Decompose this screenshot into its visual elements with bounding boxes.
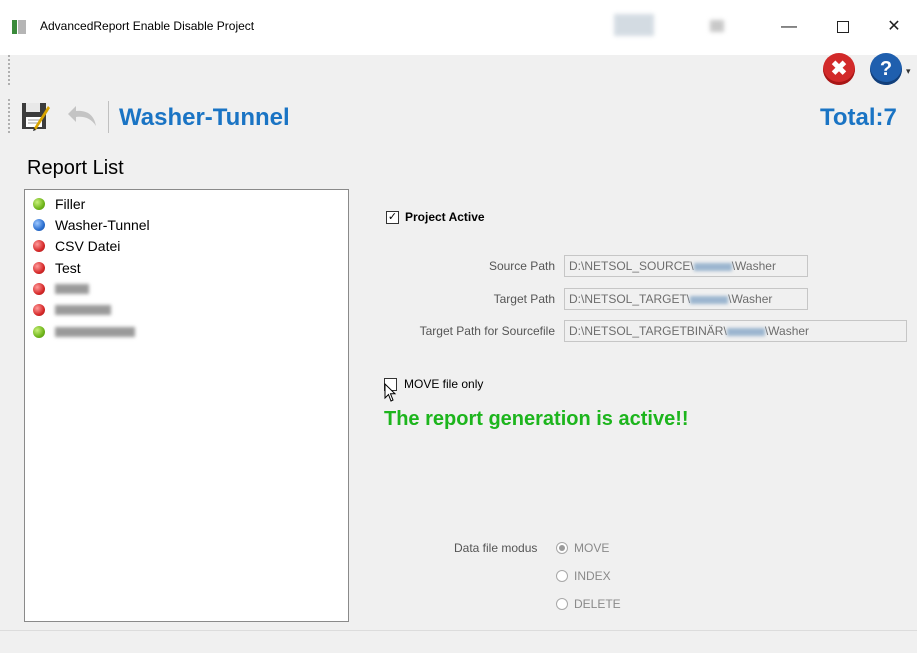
redacted-text [55,284,89,294]
mouse-cursor-icon [384,382,398,408]
target-path-label: Target Path [493,292,555,306]
maximize-icon [837,20,849,33]
target-sourcefile-label: Target Path for Sourcefile [419,324,555,338]
project-active-checkbox[interactable]: ✓ [386,211,399,224]
status-red-icon [33,304,45,316]
data-file-modus-label: Data file modus [454,541,538,555]
close-icon: ✕ [887,18,901,35]
target-sourcefile-field[interactable]: D:\NETSOL_TARGETBINÄR\ \Washer [564,320,907,342]
report-list[interactable]: Filler Washer-Tunnel CSV Datei Test [24,189,349,622]
modus-move-label: MOVE [574,541,610,555]
status-red-icon [33,262,45,274]
close-circle-icon[interactable]: ✖ [823,53,855,85]
modus-delete-radio[interactable] [556,598,568,610]
blurred-icon [710,20,724,32]
source-path-field[interactable]: D:\NETSOL_SOURCE\ \Washer [564,255,808,277]
report-list-label: Report List [27,157,124,179]
status-blue-icon [33,219,45,231]
modus-index-radio[interactable] [556,570,568,582]
app-icon [12,20,26,34]
close-window-button[interactable]: ✕ [871,13,917,41]
toolbar-separator [108,101,109,133]
blurred-taskbar-thumbnail [614,14,654,36]
status-red-icon [33,283,45,295]
project-active-label: Project Active [405,210,485,224]
save-icon[interactable] [20,100,50,132]
redacted-text [693,262,732,271]
move-file-only-label: MOVE file only [404,377,484,391]
help-circle-icon[interactable]: ? [870,53,902,85]
minimize-button[interactable]: — [766,13,812,41]
maximize-button[interactable] [820,13,866,41]
source-path-label: Source Path [488,259,555,273]
modus-move-radio[interactable] [556,542,568,554]
target-path-field[interactable]: D:\NETSOL_TARGET\ \Washer [564,288,808,310]
project-title: Washer-Tunnel [119,104,290,131]
status-bar-divider [0,630,917,631]
total-count: Total:7 [820,104,897,131]
header-grip [8,99,12,133]
status-green-icon [33,326,45,338]
toolbar-overflow-icon[interactable]: ▾ [906,66,911,77]
minimize-icon: — [781,18,797,35]
status-green-icon [33,198,45,210]
redacted-text [726,327,765,336]
modus-index-label: INDEX [574,569,611,583]
redacted-text [55,327,135,337]
undo-icon[interactable] [62,100,102,132]
redacted-text [55,305,111,315]
window-title: AdvancedReport Enable Disable Project [40,19,255,33]
toolbar-grip [8,55,12,85]
redacted-text [690,295,729,304]
status-red-icon [33,240,45,252]
status-message: The report generation is active!! [384,408,689,430]
modus-delete-label: DELETE [574,597,621,611]
